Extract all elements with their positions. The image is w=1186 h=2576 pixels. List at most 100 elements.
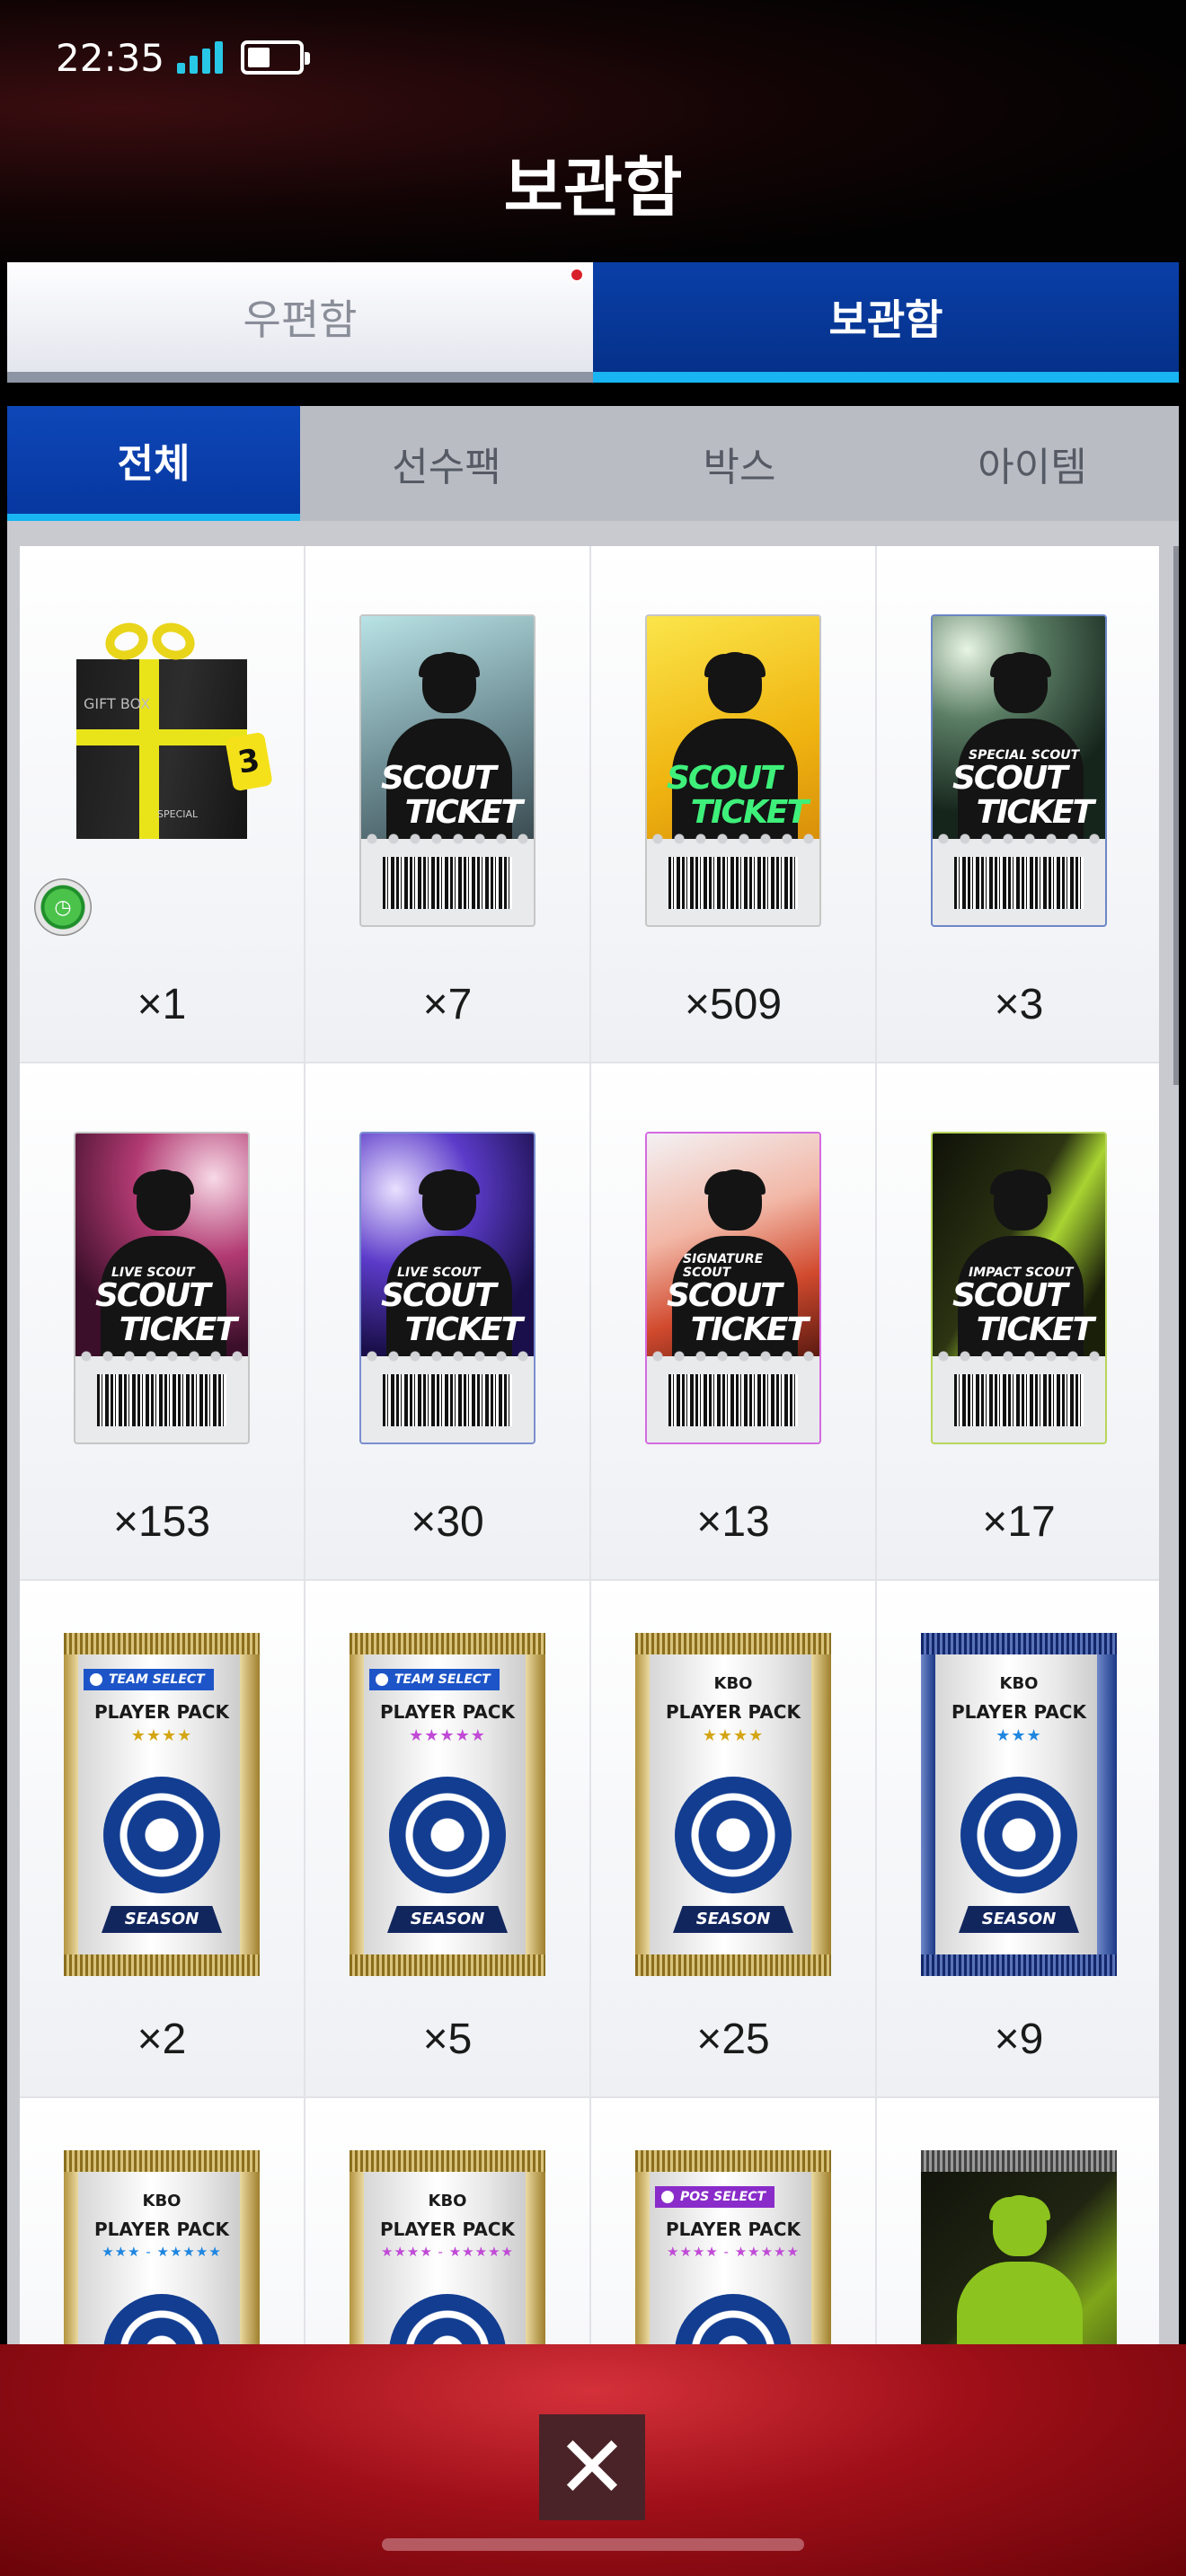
- item-quantity: ×3: [994, 981, 1044, 1028]
- ticket-line-2: TICKET: [690, 794, 809, 832]
- item-quantity: ×30: [411, 1498, 484, 1546]
- pack-kbo: KBO: [142, 2192, 181, 2210]
- pack-name: PLAYER PACK: [94, 1701, 229, 1723]
- pack-kbo: KBO: [999, 1674, 1039, 1693]
- pack-name: PLAYER PACK: [951, 1701, 1086, 1723]
- item-quantity: ×25: [696, 2016, 770, 2063]
- pack-footer: SEASON: [387, 1906, 508, 1933]
- item-quantity: ×153: [112, 1498, 211, 1546]
- item-cell-scout-ticket[interactable]: SPECIAL SCOUT SCOUT TICKET ×3: [877, 546, 1159, 1062]
- tab-mailbox-label: 우편함: [243, 296, 358, 344]
- kbo-logo-icon: [103, 2294, 220, 2346]
- pack-footer: SEASON: [959, 1906, 1079, 1933]
- ticket-line-2: TICKET: [404, 1311, 523, 1349]
- ticket-line-2: TICKET: [119, 1311, 237, 1349]
- tab-storage[interactable]: 보관함: [593, 262, 1179, 383]
- item-cell-player-pack[interactable]: KBO PLAYER PACK ★★★ SEASON ×9: [877, 1581, 1159, 2096]
- item-cell-scout-ticket[interactable]: LIVE SCOUT SCOUT TICKET ×153: [20, 1063, 304, 1579]
- item-quantity: ×17: [982, 1498, 1056, 1546]
- ticket-line-1: SCOUT: [381, 1277, 497, 1315]
- pack-kbo: KBO: [428, 2192, 467, 2210]
- ticket-subtitle: SIGNATURE SCOUT: [683, 1252, 764, 1280]
- ticket-line-2: TICKET: [976, 794, 1094, 832]
- pack-stars: ★★★★ - ★★★★★: [667, 2244, 800, 2260]
- tab-items[interactable]: 아이템: [886, 406, 1179, 521]
- item-grid: GIFT BOX SPECIAL 3 ◷ ×1 SCOUT TICKET ×7 …: [20, 546, 1159, 2346]
- ticket-line-1: SCOUT: [95, 1277, 211, 1315]
- gift-box-text: GIFT BOX: [84, 695, 151, 712]
- player-pack-image: TEAM SELECT PLAYER PACK ★★★★ SEASON: [64, 1633, 260, 1976]
- ticket-line-1: SCOUT: [381, 760, 497, 798]
- item-cell-player-pack[interactable]: TEAM SELECT PLAYER PACK ★★★★ SEASON ×2: [20, 1581, 304, 2096]
- barcode: [383, 857, 512, 909]
- tab-player-packs[interactable]: 선수팩: [300, 406, 593, 521]
- item-cell-scout-ticket[interactable]: SIGNATURE SCOUT SCOUT TICKET ×13: [591, 1063, 875, 1579]
- item-cell-special-pack[interactable]: [877, 2098, 1159, 2346]
- barcode: [668, 1374, 798, 1426]
- item-quantity: ×509: [684, 981, 783, 1028]
- item-quantity: ×1: [137, 981, 187, 1028]
- item-cell-player-pack[interactable]: KBO PLAYER PACK ★★★★ - ★★★★★: [305, 2098, 589, 2346]
- pack-kbo: KBO: [713, 1674, 753, 1693]
- scout-ticket-image: SPECIAL SCOUT SCOUT TICKET: [931, 614, 1107, 927]
- close-button[interactable]: ✕: [539, 2414, 645, 2520]
- barcode: [954, 1374, 1084, 1426]
- item-cell-player-pack[interactable]: KBO PLAYER PACK ★★★★ SEASON ×25: [591, 1581, 875, 2096]
- status-time: 22:35: [56, 35, 165, 80]
- ticket-line-2: TICKET: [690, 1311, 809, 1349]
- page-title: 보관함: [503, 150, 683, 225]
- item-quantity: ×13: [696, 1498, 770, 1546]
- tab-all[interactable]: 전체: [7, 406, 300, 521]
- ticket-line-1: SCOUT: [667, 1277, 783, 1315]
- status-bar: 22:35: [56, 32, 311, 83]
- ticket-line-1: SCOUT: [667, 760, 783, 798]
- player-pack-image: TEAM SELECT PLAYER PACK ★★★★★ SEASON: [350, 1633, 545, 1976]
- scrollbar[interactable]: [1173, 546, 1179, 1085]
- item-cell-player-pack[interactable]: POS SELECT PLAYER PACK ★★★★ - ★★★★★: [591, 2098, 875, 2346]
- main-tabs: 우편함 보관함: [7, 262, 1179, 383]
- scout-ticket-image: LIVE SCOUT SCOUT TICKET: [74, 1132, 250, 1444]
- barcode: [383, 1374, 512, 1426]
- item-cell-scout-ticket[interactable]: IMPACT SCOUT SCOUT TICKET ×17: [877, 1063, 1159, 1579]
- ticket-line-1: SCOUT: [952, 760, 1068, 798]
- item-grid-scroll[interactable]: GIFT BOX SPECIAL 3 ◷ ×1 SCOUT TICKET ×7 …: [20, 546, 1159, 2346]
- player-pack-image: KBO PLAYER PACK ★★★★ - ★★★★★: [350, 2150, 545, 2346]
- pack-stars: ★★★★ - ★★★★★: [381, 2244, 514, 2260]
- scout-ticket-image: SIGNATURE SCOUT SCOUT TICKET: [645, 1132, 821, 1444]
- signal-icon: [177, 41, 224, 74]
- barcode: [97, 1374, 226, 1426]
- item-cell-scout-ticket[interactable]: LIVE SCOUT SCOUT TICKET ×30: [305, 1063, 589, 1579]
- scout-ticket-image: SCOUT TICKET: [359, 614, 535, 927]
- battery-icon: [241, 40, 311, 75]
- scout-ticket-image: IMPACT SCOUT SCOUT TICKET: [931, 1132, 1107, 1444]
- pack-stars: ★★★ - ★★★★★: [102, 2244, 222, 2260]
- player-pack-image: KBO PLAYER PACK ★★★ SEASON: [921, 1633, 1117, 1976]
- home-indicator[interactable]: [382, 2538, 804, 2551]
- pack-tag: TEAM SELECT: [109, 1672, 205, 1687]
- item-cell-player-pack[interactable]: KBO PLAYER PACK ★★★ - ★★★★★: [20, 2098, 304, 2346]
- scout-ticket-image: SCOUT TICKET: [645, 614, 821, 927]
- item-cell-gift-box[interactable]: GIFT BOX SPECIAL 3 ◷ ×1: [20, 546, 304, 1062]
- pack-footer: SEASON: [673, 1906, 793, 1933]
- item-quantity: ×9: [994, 2016, 1044, 2063]
- gift-box-count-tag: 3: [225, 731, 273, 792]
- pack-name: PLAYER PACK: [380, 2219, 515, 2240]
- ticket-line-2: TICKET: [976, 1311, 1094, 1349]
- tab-boxes[interactable]: 박스: [593, 406, 886, 521]
- pack-name: PLAYER PACK: [94, 2219, 229, 2240]
- item-quantity: ×7: [422, 981, 473, 1028]
- pack-footer: SEASON: [102, 1906, 222, 1933]
- ticket-line-2: TICKET: [404, 794, 523, 832]
- kbo-logo-icon: [675, 2294, 792, 2346]
- kbo-logo-icon: [960, 1777, 1077, 1893]
- kbo-logo-icon: [389, 2294, 506, 2346]
- special-pack-image: [921, 2150, 1117, 2346]
- pack-name: PLAYER PACK: [666, 2219, 801, 2240]
- gift-box-subtext: SPECIAL: [157, 808, 199, 820]
- item-cell-scout-ticket[interactable]: SCOUT TICKET ×509: [591, 546, 875, 1062]
- ticket-line-1: SCOUT: [952, 1277, 1068, 1315]
- tab-mailbox[interactable]: 우편함: [7, 262, 593, 383]
- item-cell-scout-ticket[interactable]: SCOUT TICKET ×7: [305, 546, 589, 1062]
- pack-stars: ★★★★★: [409, 1726, 486, 1745]
- item-cell-player-pack[interactable]: TEAM SELECT PLAYER PACK ★★★★★ SEASON ×5: [305, 1581, 589, 2096]
